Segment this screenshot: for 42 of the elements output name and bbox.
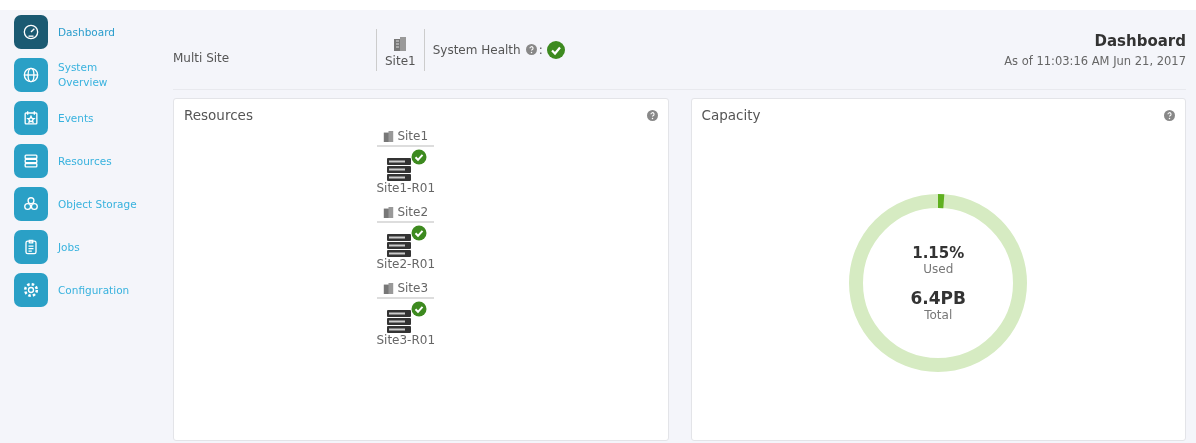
sidebar-item[interactable]: Jobs — [14, 230, 155, 264]
circles-icon — [14, 187, 48, 221]
page-title: Dashboard — [1094, 31, 1186, 50]
server-icon[interactable] — [386, 158, 411, 181]
sidebar-item[interactable]: Resources — [14, 144, 155, 178]
server-icon[interactable] — [386, 310, 411, 333]
stack-icon — [14, 144, 48, 178]
panel-title: Capacity — [701, 107, 761, 123]
site-name: Site3 — [397, 281, 429, 295]
site-name: Site2 — [397, 205, 429, 219]
site-name: Site1 — [397, 129, 429, 143]
calendar-icon — [14, 101, 48, 135]
clipboard-icon — [14, 230, 48, 264]
building-icon — [383, 281, 395, 295]
sidebar-item[interactable]: Configuration — [14, 273, 155, 307]
node-label: Site1-R01 — [376, 181, 436, 195]
building-icon — [383, 129, 395, 143]
gear-icon — [14, 273, 48, 307]
gauge-icon — [14, 15, 48, 49]
help-icon[interactable] — [646, 109, 658, 121]
node-label: Site2-R01 — [376, 257, 436, 271]
server-icon[interactable] — [386, 234, 411, 257]
building-icon — [383, 205, 395, 219]
sidebar-item[interactable]: Events — [14, 101, 155, 135]
used-label: Used — [923, 261, 954, 276]
total-value: 6.4PB — [910, 287, 966, 308]
sidebar-item[interactable]: System Overview — [14, 58, 155, 92]
used-value: 1.15% — [912, 243, 965, 262]
globe-icon — [14, 58, 48, 92]
total-label: Total — [924, 307, 953, 322]
system-health-label: System Health — [432, 42, 521, 57]
separator-label: : — [538, 42, 543, 57]
help-icon[interactable] — [525, 44, 537, 55]
node-label: Site3-R01 — [376, 333, 436, 347]
sidebar-item[interactable]: Dashboard — [14, 15, 155, 49]
site-label: Site1 — [385, 53, 416, 68]
panel-title: Resources — [184, 107, 253, 123]
scope-label: Multi Site — [173, 50, 231, 65]
help-icon[interactable] — [1164, 109, 1175, 121]
sidebar-item[interactable]: Object Storage — [14, 187, 155, 221]
timestamp: As of 11:03:16 AM Jun 21, 2017 — [1004, 53, 1186, 68]
building-icon — [393, 35, 408, 52]
